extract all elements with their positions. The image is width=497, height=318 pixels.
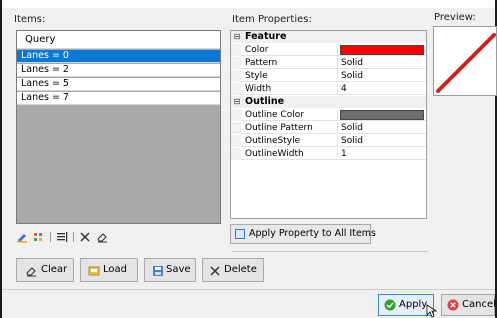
property-row-width[interactable]: Width 4 bbox=[231, 83, 426, 95]
category-feature[interactable]: ⊟ Feature bbox=[231, 31, 426, 43]
divider bbox=[232, 251, 428, 252]
load-button[interactable]: Load bbox=[80, 258, 138, 282]
eraser-icon[interactable] bbox=[96, 231, 108, 243]
cancel-icon bbox=[447, 299, 459, 311]
cursor-icon bbox=[426, 304, 438, 318]
category-outline[interactable]: ⊟ Outline bbox=[231, 96, 426, 108]
apply-all-icon bbox=[235, 229, 245, 239]
window-title-strip bbox=[0, 0, 497, 8]
delete-button[interactable]: Delete bbox=[202, 258, 264, 282]
edit-style-icon[interactable] bbox=[16, 231, 28, 243]
property-row-outline-style[interactable]: OutlineStyle Solid bbox=[231, 135, 426, 147]
list-header-query[interactable]: Query bbox=[17, 31, 220, 49]
list-icon[interactable] bbox=[56, 231, 68, 243]
grid-icon[interactable] bbox=[33, 231, 45, 243]
save-button[interactable]: Save bbox=[144, 258, 196, 282]
preview-line bbox=[436, 33, 496, 93]
window-border-left bbox=[0, 0, 2, 318]
delete-x-icon bbox=[209, 264, 221, 276]
items-list[interactable]: Query Lanes = 0 Lanes = 2 Lanes = 5 Lane… bbox=[16, 30, 221, 224]
eraser-icon bbox=[25, 264, 37, 277]
list-item[interactable]: Lanes = 0 bbox=[17, 50, 220, 63]
items-toolbar bbox=[16, 230, 108, 244]
save-icon bbox=[152, 264, 164, 276]
property-row-color[interactable]: Color bbox=[231, 44, 426, 56]
property-row-outline-width[interactable]: OutlineWidth 1 bbox=[231, 148, 426, 160]
property-row-outline-pattern[interactable]: Outline Pattern Solid bbox=[231, 122, 426, 134]
property-row-pattern[interactable]: Pattern Solid bbox=[231, 57, 426, 69]
toolbar-divider bbox=[73, 232, 74, 242]
property-row-outline-color[interactable]: Outline Color bbox=[231, 109, 426, 121]
property-grid: ⊟ Feature Color Pattern Solid Style Soli… bbox=[230, 30, 427, 219]
list-item[interactable]: Lanes = 7 bbox=[17, 92, 220, 105]
items-label: Items: bbox=[14, 14, 46, 25]
outline-color-swatch[interactable] bbox=[340, 110, 424, 120]
preview-label: Preview: bbox=[434, 12, 476, 23]
delete-x-icon[interactable] bbox=[79, 231, 91, 243]
list-item[interactable]: Lanes = 5 bbox=[17, 78, 220, 91]
toolbar-divider bbox=[50, 232, 51, 242]
property-row-style[interactable]: Style Solid bbox=[231, 70, 426, 82]
properties-label: Item Properties: bbox=[232, 14, 312, 25]
cancel-button[interactable]: Cancel bbox=[441, 294, 496, 316]
preview-panel bbox=[433, 26, 497, 96]
clear-button[interactable]: Clear bbox=[16, 258, 74, 282]
color-swatch[interactable] bbox=[340, 45, 424, 55]
apply-check-icon bbox=[384, 299, 396, 311]
apply-to-all-button[interactable]: Apply Property to All Items bbox=[230, 224, 376, 244]
collapse-icon[interactable]: ⊟ bbox=[233, 33, 241, 41]
list-item[interactable]: Lanes = 2 bbox=[17, 64, 220, 77]
collapse-icon[interactable]: ⊟ bbox=[233, 98, 241, 106]
load-icon bbox=[88, 264, 100, 276]
